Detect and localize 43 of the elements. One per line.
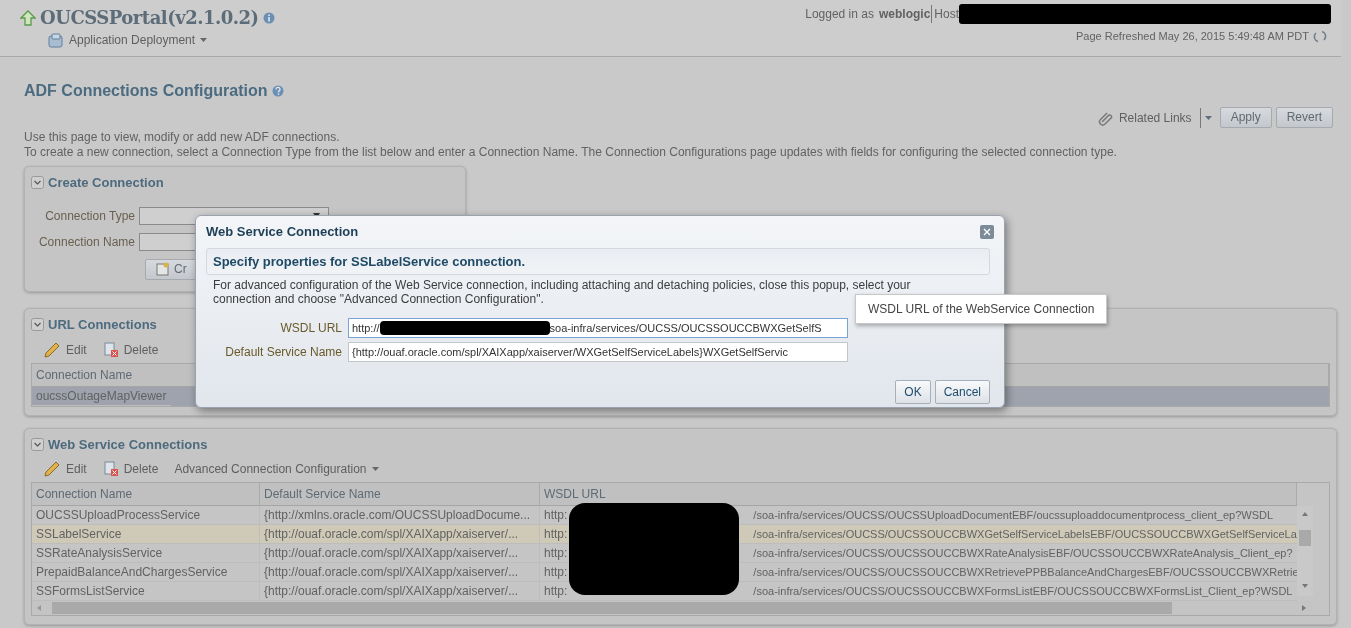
- field-label: Connection Type: [44, 207, 136, 225]
- table-cell-text: /soa-infra/services/OUCSS/OUCSSUploadDocumentEBF/oucssuploaddocumentprocess_client_ep?WSDL: [753, 508, 1274, 523]
- app-title: OUCSSPortal(v2.1.0.2): [40, 6, 259, 30]
- table-cell-text: /soa-infra/services/OUCSS/OUCSSOUCCBWXFormsListEBF/OUCSSOUCCBWXFormsList_Client_ep?WSDL: [753, 584, 1293, 599]
- panel-title: Create Connection: [48, 174, 164, 192]
- field-label: Default Service Name: [224, 344, 343, 361]
- table-cell: PrepaidBalanceAndChargesService: [32, 563, 260, 581]
- table-cell: {http://ouaf.oracle.com/spl/XAIXapp/xaiserver/...: [260, 563, 540, 581]
- tooltip: WSDL URL of the WebService Connection: [855, 294, 1108, 324]
- table-cell: SSFormsListService: [32, 582, 260, 600]
- column-header: Default Service Name: [260, 483, 540, 506]
- description-text: To create a new connection, select a Connection Type from the list below and enter a Connection Name. The Connection Configurations page updates with fields for configuring the selected connection type.: [24, 145, 1118, 160]
- panel-title: URL Connections: [48, 316, 157, 334]
- table-cell: SSLabelService: [32, 525, 260, 543]
- user-name: weblogic: [878, 6, 931, 23]
- description-text: Use this page to view, modify or add new ADF connections.: [24, 130, 341, 145]
- table-cell: {http://ouaf.oracle.com/spl/XAIXapp/xaiserver/...: [260, 582, 540, 600]
- table-cell-text: /soa-infra/services/OUCSS/OUCSSOUCCBWXRateAnalysisEBF/OUCSSOUCCBWXRateAnalysis_Client_ep?: [753, 546, 1293, 561]
- section-heading: Specify properties for SSLabelService connection.: [206, 247, 990, 275]
- table-cell-text: /soa-infra/services/OUCSS/OUCSSOUCCBWXRetrievePPBBalanceAndChargesEBF/OUCSSOUCCBWXRetrie: [753, 565, 1299, 580]
- table-cell: {http://xmlns.oracle.com/OUCSSUploadDocume...: [260, 506, 540, 524]
- table-cell: oucssOutageMapViewer: [32, 386, 171, 406]
- dialog-description: For advanced configuration of the Web Service connection, including attaching and detaching policies, close this popup, select your: [213, 278, 911, 292]
- field-label: WSDL URL: [279, 320, 343, 337]
- table-cell: OUCSSUploadProcessService: [32, 506, 260, 524]
- column-header: Connection Name: [32, 483, 260, 506]
- dialog-title: Web Service Connection: [206, 223, 359, 241]
- table-cell: {http://ouaf.oracle.com/spl/XAIXapp/xaiserver/...: [260, 544, 540, 562]
- panel-title: Web Service Connections: [48, 435, 208, 454]
- table-cell: http:: [544, 545, 568, 561]
- refresh-time: Page Refreshed May 26, 2015 5:49:48 AM PDT: [1076, 29, 1309, 44]
- dialog-description: connection and choose "Advanced Connection Configuration".: [213, 292, 544, 306]
- page-title: ADF Connections Configuration: [24, 81, 268, 101]
- table-cell: http:: [544, 526, 568, 542]
- table-cell: http:: [544, 583, 568, 599]
- logged-in-label: Logged in as: [805, 6, 874, 23]
- column-header: WSDL URL: [540, 483, 1297, 506]
- table-cell: http:: [544, 564, 568, 580]
- table-cell: http:: [544, 507, 568, 523]
- table-cell: SSRateAnalysisService: [32, 544, 260, 562]
- table-cell-text: /soa-infra/services/OUCSS/OUCSSOUCCBWXGetSelfServiceLabelsEBF/OUCSSOUCCBWXGetSelfServiceLa: [753, 527, 1297, 542]
- field-label: Connection Name: [37, 233, 136, 251]
- table-cell: {http://ouaf.oracle.com/spl/XAIXapp/xaiserver/...: [260, 525, 540, 543]
